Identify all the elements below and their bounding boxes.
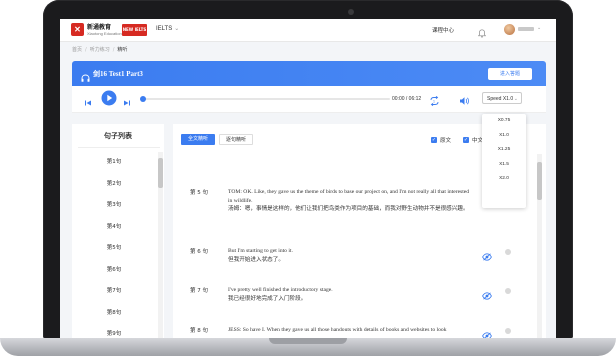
avatar[interactable] [504,24,515,35]
sentence-number: 第 6 句 [190,249,208,255]
status-dot[interactable] [505,288,511,294]
transcript-scrollbar[interactable] [537,154,542,339]
app-screen: ✕ 新通教育 Xiaotong Education NEW IELTS IELT… [60,19,556,339]
sentence-number: 第 8 句 [190,328,208,334]
sentence-list-item[interactable]: 第6句 [72,260,156,282]
progress-thumb[interactable] [140,96,146,102]
top-nav: ✕ 新通教育 Xiaotong Education NEW IELTS IELT… [60,19,556,42]
sentence-english: I've pretty well finished the introducto… [228,287,333,293]
chevron-down-icon[interactable]: ⌄ [537,25,541,31]
original-text-checkbox[interactable]: ✓ 原文 [431,136,451,144]
speed-select[interactable]: Speed X1.0 ⌄ [482,92,522,104]
sentence-list: 第1句 第2句 第3句 第4句 第5句 第6句 第7句 第8句 第9句 [72,152,156,339]
progress-track[interactable] [143,98,390,100]
enter-answer-button[interactable]: 进入答题 [488,68,532,80]
speed-dropdown-menu: X0.75 X1.0 X1.25 X1.5 X2.0 [482,114,526,208]
next-icon[interactable] [123,94,131,112]
headphones-icon [81,69,90,87]
course-center-link[interactable]: 课程中心 [432,26,454,34]
sentence-list-item[interactable]: 第2句 [72,174,156,196]
sentence-list-item[interactable]: 第8句 [72,303,156,325]
sidebar-scrollbar[interactable] [158,152,163,339]
ielts-badge: NEW IELTS [122,24,147,36]
status-dot[interactable] [505,249,511,255]
speed-option[interactable]: X1.25 [482,143,526,158]
laptop-notch [269,338,347,344]
loop-icon[interactable]: 1 [429,93,440,111]
tab-full-text[interactable]: 全文精听 [181,134,215,145]
sentence-list-item[interactable]: 第9句 [72,324,156,339]
webcam [348,9,354,15]
eye-icon[interactable] [482,248,492,266]
sentence-chinese: 汤姆：嗯，事情是这样的，他们让我们把鸟类作为项目的基础，而我对野生动物并不是很感… [228,206,469,212]
exam-selector[interactable]: IELTS ⌄ [156,25,179,32]
breadcrumb-listening[interactable]: 听力练习 [90,47,110,53]
sentence-list-item[interactable]: 第3句 [72,195,156,217]
audio-player: 00:00 / 06:12 1 Speed X1.0 ⌄ [72,86,546,113]
sentence-list-item[interactable]: 第7句 [72,281,156,303]
sentence-number: 第 5 句 [190,190,208,196]
divider [78,147,160,148]
sentence-english: But I'm starting to get into it. [228,248,293,254]
sentence-english: JESS: So have I. When they gave us all t… [228,327,447,333]
bell-icon[interactable] [477,25,487,43]
speed-option[interactable]: X2.0 [482,172,526,187]
logo-english-text: Xiaotong Education [87,30,122,36]
status-dot[interactable] [505,328,511,334]
chevron-down-icon: ⌄ [174,26,180,32]
sentence-number: 第 7 句 [190,288,208,294]
sentence-list-item[interactable]: 第5句 [72,238,156,260]
logo-mark-icon: ✕ [71,23,84,36]
playback-time: 00:00 / 06:12 [392,96,422,102]
scrollbar-thumb[interactable] [158,158,163,188]
tab-sentence-by-sentence[interactable]: 逐句精听 [219,134,253,145]
lesson-header: 剑16 Test1 Part3 进入答题 [72,61,546,86]
breadcrumb-home[interactable]: 首页 [72,47,82,53]
scrollbar-thumb[interactable] [537,162,542,200]
svg-text:1: 1 [433,99,435,103]
checkbox-checked-icon: ✓ [431,137,437,143]
speed-option[interactable]: X0.75 [482,114,526,129]
eye-icon[interactable] [482,287,492,305]
speed-option[interactable]: X1.5 [482,158,526,173]
chinese-text-checkbox[interactable]: ✓ 中文 [463,136,483,144]
lesson-title: 剑16 Test1 Part3 [93,70,143,78]
brand-logo[interactable]: ✕ 新通教育 Xiaotong Education [71,23,122,36]
sentence-list-title: 句子列表 [104,132,132,140]
breadcrumb: 首页 / 听力练习 / 精听 [72,47,128,53]
previous-icon[interactable] [84,94,92,112]
volume-icon[interactable] [459,93,470,111]
logo-chinese-text: 新通教育 [87,23,112,31]
chevron-down-icon: ⌄ [513,96,518,102]
sentence-english: TOM: OK. Like, they gave us the theme of… [228,189,470,204]
checkbox-checked-icon: ✓ [463,137,469,143]
sentence-chinese: 我已经很好地完成了入门阶段。 [228,295,307,302]
sentence-chinese: 但我开始进入状态了。 [228,256,284,263]
breadcrumb-current: 精听 [117,47,128,53]
sentence-list-item[interactable]: 第1句 [72,152,156,174]
speed-option[interactable]: X1.0 [482,129,526,144]
username-placeholder [518,27,534,31]
play-button[interactable] [101,90,117,111]
sentence-list-panel: 句子列表 第1句 第2句 第3句 第4句 第5句 第6句 第7句 第8句 第9句 [72,124,164,339]
sentence-list-item[interactable]: 第4句 [72,217,156,239]
